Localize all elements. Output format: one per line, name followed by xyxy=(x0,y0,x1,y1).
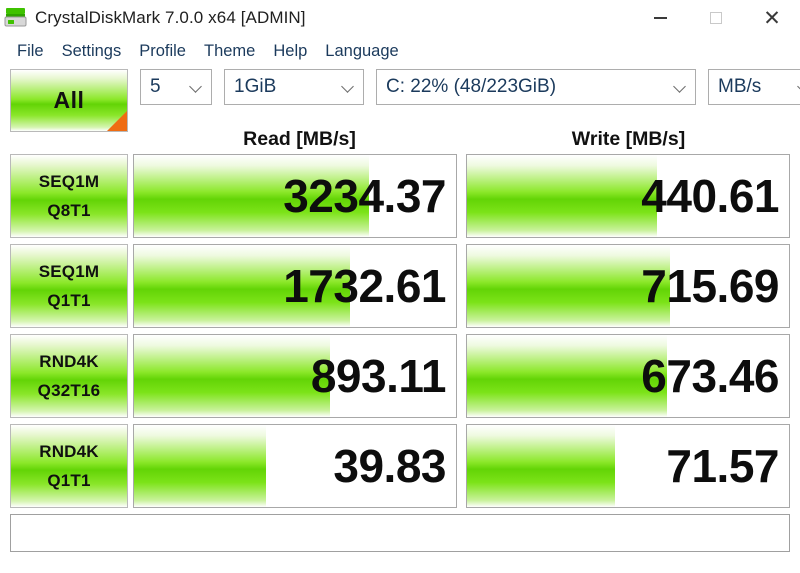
test-button-rnd4k-q32t16[interactable]: RND4K Q32T16 xyxy=(10,334,128,418)
test-label-line2: Q1T1 xyxy=(47,470,91,490)
result-value-write: 440.61 xyxy=(641,170,779,222)
result-cell-read: 1732.61 xyxy=(133,244,457,328)
result-value-write: 71.57 xyxy=(666,440,779,492)
test-label-line1: RND4K xyxy=(39,441,99,461)
result-cell-write: 440.61 xyxy=(466,154,790,238)
test-button-rnd4k-q1t1[interactable]: RND4K Q1T1 xyxy=(10,424,128,508)
test-button-seq1m-q1t1[interactable]: SEQ1M Q1T1 xyxy=(10,244,128,328)
run-all-corner-marker xyxy=(107,111,127,131)
toolbar: All 5 1GiB C: 22% (48/223GiB) MB/s xyxy=(0,66,800,132)
chevron-down-icon xyxy=(341,79,357,95)
result-bar-fill xyxy=(467,335,667,417)
result-cell-read: 39.83 xyxy=(133,424,457,508)
result-value-write: 673.46 xyxy=(641,350,779,402)
unit-select[interactable]: MB/s xyxy=(708,69,800,105)
result-bar-fill xyxy=(467,155,657,237)
unit-value: MB/s xyxy=(718,76,762,97)
result-value-read: 1732.61 xyxy=(283,260,446,312)
test-label-line2: Q32T16 xyxy=(37,380,101,400)
column-header-read: Read [MB/s] xyxy=(243,127,356,150)
result-cell-write: 715.69 xyxy=(466,244,790,328)
test-label-line2: Q1T1 xyxy=(47,290,91,310)
minimize-icon[interactable] xyxy=(632,0,688,36)
chevron-down-icon xyxy=(189,79,205,95)
test-size-value: 1GiB xyxy=(234,76,277,97)
chevron-down-icon xyxy=(673,79,689,95)
menu-item-profile[interactable]: Profile xyxy=(130,42,195,61)
results-table: SEQ1M Q8T1 3234.37 440.61 SEQ1M Q1T1 173… xyxy=(0,154,800,508)
table-row: SEQ1M Q1T1 1732.61 715.69 xyxy=(10,244,790,328)
test-button-seq1m-q8t1[interactable]: SEQ1M Q8T1 xyxy=(10,154,128,238)
result-value-read: 893.11 xyxy=(310,350,447,402)
menu-item-settings[interactable]: Settings xyxy=(53,42,131,61)
close-icon[interactable]: ✕ xyxy=(744,0,800,36)
menu-item-help[interactable]: Help xyxy=(264,42,316,61)
table-row: RND4K Q32T16 893.11 673.46 xyxy=(10,334,790,418)
result-bar-fill xyxy=(467,425,616,507)
result-value-read: 3234.37 xyxy=(283,170,446,222)
result-bar-fill xyxy=(134,335,331,417)
result-bar-fill xyxy=(467,245,670,327)
result-cell-read: 3234.37 xyxy=(133,154,457,238)
column-header-write: Write [MB/s] xyxy=(571,127,686,150)
drive-value: C: 22% (48/223GiB) xyxy=(386,76,557,97)
test-label-line2: Q8T1 xyxy=(47,200,91,220)
result-value-read: 39.83 xyxy=(333,440,446,492)
test-label-line1: RND4K xyxy=(39,351,99,371)
test-count-select[interactable]: 5 xyxy=(140,69,212,105)
window-title: CrystalDiskMark 7.0.0 x64 [ADMIN] xyxy=(35,8,306,27)
result-cell-write: 673.46 xyxy=(466,334,790,418)
menu-item-file[interactable]: File xyxy=(8,42,53,61)
run-all-button[interactable]: All xyxy=(10,69,128,132)
table-row: SEQ1M Q8T1 3234.37 440.61 xyxy=(10,154,790,238)
result-cell-write: 71.57 xyxy=(466,424,790,508)
title-bar: CrystalDiskMark 7.0.0 x64 [ADMIN] ✕ xyxy=(0,0,800,36)
status-bar xyxy=(10,514,790,552)
drive-select[interactable]: C: 22% (48/223GiB) xyxy=(376,69,696,105)
result-value-write: 715.69 xyxy=(641,260,779,312)
table-row: RND4K Q1T1 39.83 71.57 xyxy=(10,424,790,508)
menu-item-language[interactable]: Language xyxy=(316,42,407,61)
run-all-label: All xyxy=(53,87,85,113)
test-count-value: 5 xyxy=(150,76,161,97)
result-cell-read: 893.11 xyxy=(133,334,457,418)
menu-item-theme[interactable]: Theme xyxy=(195,42,264,61)
test-size-select[interactable]: 1GiB xyxy=(224,69,364,105)
test-label-line1: SEQ1M xyxy=(38,261,100,281)
window-controls: ✕ xyxy=(632,0,800,36)
test-label-line1: SEQ1M xyxy=(38,171,100,191)
result-bar-fill xyxy=(134,425,267,507)
disk-drive-icon xyxy=(3,5,29,31)
menu-bar: File Settings Profile Theme Help Languag… xyxy=(0,36,800,66)
maximize-icon[interactable] xyxy=(688,0,744,36)
